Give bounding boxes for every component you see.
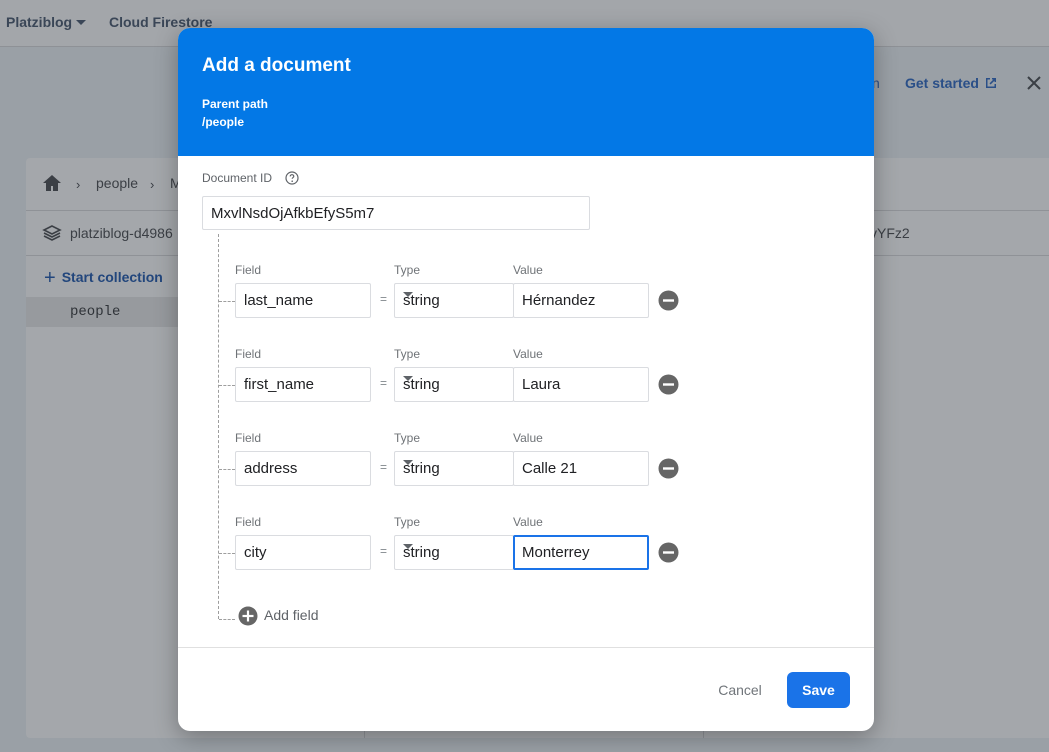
field-value-input[interactable] <box>513 283 649 318</box>
database-name[interactable]: platziblog-d4986 <box>70 225 173 241</box>
add-circle-icon <box>238 606 258 626</box>
type-select[interactable]: string <box>394 451 514 486</box>
parent-path-label: Parent path <box>202 97 269 111</box>
chevron-down-icon <box>403 292 413 297</box>
value-label: Value <box>513 515 543 529</box>
chevron-down-icon[interactable] <box>76 20 86 25</box>
type-label: Type <box>394 431 421 445</box>
equals-sign: = <box>380 292 388 306</box>
start-collection-label: Start collection <box>61 269 163 285</box>
tree-branch <box>219 301 235 302</box>
breadcrumb-people[interactable]: people <box>96 175 138 191</box>
tree-branch <box>219 469 235 470</box>
add-field-label: Add field <box>264 607 319 623</box>
field-value-input[interactable] <box>513 535 649 570</box>
cancel-button[interactable]: Cancel <box>702 673 778 707</box>
field-label: Field <box>235 431 262 445</box>
document-id-input[interactable] <box>202 196 590 230</box>
chevron-down-icon <box>403 460 413 465</box>
chevron-down-icon <box>403 544 413 549</box>
tree-branch <box>219 619 235 620</box>
remove-circle-icon[interactable] <box>658 290 679 311</box>
field-name-input[interactable] <box>235 451 371 486</box>
close-icon[interactable] <box>1025 74 1043 92</box>
type-select[interactable]: string <box>394 535 514 570</box>
value-label: Value <box>513 431 543 445</box>
add-document-dialog: Add a document Parent path /people Docum… <box>178 28 874 731</box>
document-id-partial: vYFz2 <box>870 225 910 241</box>
get-started-link[interactable]: Get started <box>905 75 979 91</box>
remove-circle-icon[interactable] <box>658 374 679 395</box>
remove-circle-icon[interactable] <box>658 458 679 479</box>
type-select[interactable]: string <box>394 283 514 318</box>
chevron-down-icon <box>403 376 413 381</box>
help-icon[interactable] <box>285 171 299 185</box>
field-label: Field <box>235 263 262 277</box>
collection-item-people[interactable]: people <box>26 297 186 327</box>
field-value-input[interactable] <box>513 451 649 486</box>
field-label: Field <box>235 515 262 529</box>
remove-circle-icon[interactable] <box>658 542 679 563</box>
type-select[interactable]: string <box>394 367 514 402</box>
field-name-input[interactable] <box>235 367 371 402</box>
collection-label: people <box>70 304 121 320</box>
value-label: Value <box>513 263 543 277</box>
document-id-label: Document ID <box>202 171 273 185</box>
dialog-header: Add a document Parent path /people <box>178 28 874 156</box>
field-name-input[interactable] <box>235 535 371 570</box>
type-label: Type <box>394 347 421 361</box>
field-row: Field Type Value = string <box>178 431 874 511</box>
home-icon[interactable] <box>42 173 62 193</box>
project-selector[interactable]: Platziblog <box>6 14 72 30</box>
open-external-icon[interactable] <box>984 76 998 90</box>
dialog-title: Add a document <box>202 55 351 76</box>
field-name-input[interactable] <box>235 283 371 318</box>
database-icon <box>42 225 62 241</box>
tree-branch <box>219 385 235 386</box>
type-label: Type <box>394 515 421 529</box>
save-button[interactable]: Save <box>787 672 850 708</box>
field-row: Field Type Value = string <box>178 515 874 595</box>
start-collection-button[interactable]: + Start collection <box>44 265 163 289</box>
equals-sign: = <box>380 376 388 390</box>
field-label: Field <box>235 347 262 361</box>
chevron-right-icon: › <box>150 177 155 192</box>
field-value-input[interactable] <box>513 367 649 402</box>
parent-path-value: /people <box>202 115 245 129</box>
tree-branch <box>219 553 235 554</box>
equals-sign: = <box>380 544 388 558</box>
divider <box>178 647 874 648</box>
type-label: Type <box>394 263 421 277</box>
field-row: Field Type Value = string <box>178 263 874 343</box>
chevron-right-icon: › <box>76 177 81 192</box>
field-row: Field Type Value = string <box>178 347 874 427</box>
value-label: Value <box>513 347 543 361</box>
plus-icon: + <box>44 267 56 289</box>
equals-sign: = <box>380 460 388 474</box>
